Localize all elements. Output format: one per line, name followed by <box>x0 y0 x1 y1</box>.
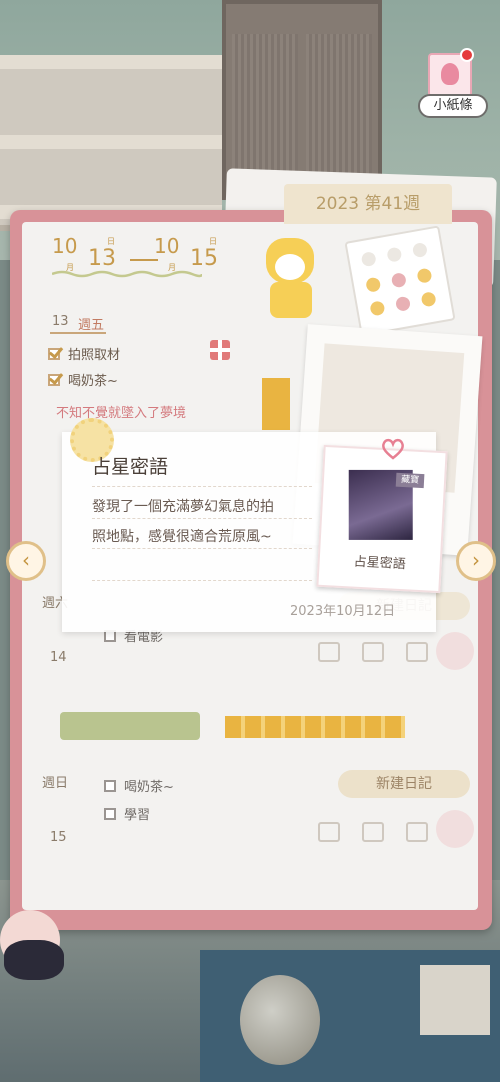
day-char: 日 <box>209 237 217 246</box>
day-weekday: 週日 <box>42 776 69 791</box>
divider <box>92 580 312 581</box>
todo-item[interactable]: 拍照取材 <box>48 344 120 363</box>
notification-dot <box>460 48 474 62</box>
gift-icon[interactable] <box>210 340 230 360</box>
end-month: 10 <box>154 234 180 258</box>
prev-page-button[interactable]: ‹ <box>6 541 46 581</box>
popup-body-line2: 照地點，感覺很適合荒原風~ <box>92 529 272 545</box>
weekday-underline <box>50 332 106 334</box>
checkbox-checked[interactable] <box>48 373 60 386</box>
todo-item[interactable]: 學習 <box>104 804 150 823</box>
next-page-button[interactable]: › <box>456 541 496 581</box>
day-weekday: 週五 <box>78 318 105 333</box>
bookshelf <box>0 55 222 231</box>
diary-note: 不知不覺就墜入了夢境 <box>56 406 187 421</box>
sticker-slots[interactable] <box>318 822 428 842</box>
day-date: 15 <box>50 830 67 845</box>
green-tape-sticker <box>60 712 200 740</box>
divider <box>92 486 312 487</box>
checkbox-checked[interactable] <box>48 347 60 360</box>
start-month: 10 <box>52 234 78 258</box>
new-diary-button[interactable]: 新建日記 <box>338 770 470 798</box>
polaroid-photo[interactable]: 藏寶 占星密語 <box>316 444 448 594</box>
mood-slot[interactable] <box>436 810 474 848</box>
photo-tag: 藏寶 <box>395 472 425 489</box>
popup-body-line1: 發現了一個充滿夢幻氣息的拍 <box>92 499 274 515</box>
day-date: 13 <box>52 314 69 329</box>
sticker-slots[interactable] <box>318 642 428 662</box>
mood-slot[interactable] <box>436 632 474 670</box>
todo-item[interactable]: 喝奶茶~ <box>104 776 174 795</box>
todo-text: 喝奶茶~ <box>124 780 174 795</box>
todo-item[interactable]: 喝奶茶~ <box>48 370 118 389</box>
divider <box>92 548 312 549</box>
heart-icon <box>382 438 404 460</box>
start-day: 13 <box>88 246 116 271</box>
popup-date: 2023年10月12日 <box>290 604 396 619</box>
polaroid-caption: 占星密語 <box>353 554 407 573</box>
popup-title: 占星密語 <box>92 456 169 478</box>
cookie-box-sticker <box>344 225 456 337</box>
yellow-tape-sticker <box>225 716 405 738</box>
todo-text: 學習 <box>124 808 151 823</box>
checkbox[interactable] <box>104 779 116 792</box>
day-char: 日 <box>107 237 115 246</box>
note-button[interactable]: 小紙條 <box>418 48 488 128</box>
tape-sticker <box>262 378 290 430</box>
range-dash <box>130 259 158 261</box>
cat-sticker <box>260 238 330 324</box>
divider <box>92 518 312 519</box>
note-button-label: 小紙條 <box>418 94 488 118</box>
crystal-ornament <box>240 975 320 1065</box>
week-tab: 2023 第41週 <box>284 184 452 224</box>
wave-decoration <box>52 270 202 278</box>
checkbox[interactable] <box>104 807 116 820</box>
day-date: 14 <box>50 650 67 665</box>
todo-text: 拍照取材 <box>68 348 121 363</box>
todo-text: 喝奶茶~ <box>68 374 118 389</box>
end-day: 15 <box>190 246 218 271</box>
character-doll <box>0 900 80 1000</box>
